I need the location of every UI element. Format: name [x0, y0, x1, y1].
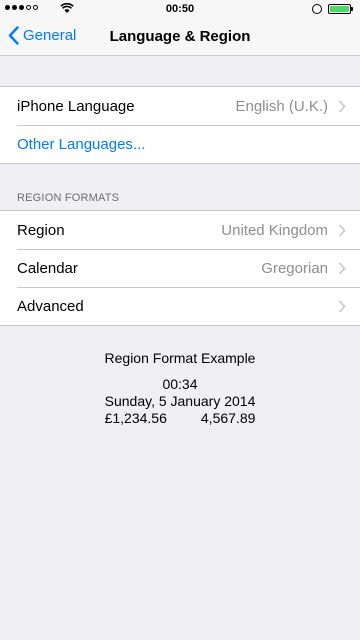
language-group: iPhone Language English (U.K.) Other Lan…: [0, 86, 360, 164]
chevron-right-icon: [338, 223, 346, 237]
status-bar: 00:50: [0, 0, 360, 18]
calendar-value: Gregorian: [261, 259, 328, 277]
region-format-example: Region Format Example 00:34 Sunday, 5 Ja…: [0, 350, 360, 427]
battery-icon: [328, 4, 353, 14]
orientation-lock-icon: [312, 4, 322, 14]
example-numbers: £1,234.56 4,567.89: [0, 410, 360, 427]
region-formats-group: Region United Kingdom Calendar Gregorian…: [0, 210, 360, 326]
advanced-label: Advanced: [17, 297, 84, 315]
region-row[interactable]: Region United Kingdom: [0, 211, 360, 249]
other-languages-row[interactable]: Other Languages...: [0, 125, 360, 163]
iphone-language-row[interactable]: iPhone Language English (U.K.): [0, 87, 360, 125]
advanced-row[interactable]: Advanced: [0, 287, 360, 325]
example-time: 00:34: [162, 376, 198, 392]
region-formats-header: REGION FORMATS: [17, 192, 120, 204]
iphone-language-label: iPhone Language: [17, 97, 135, 115]
status-time: 00:50: [165, 3, 195, 15]
calendar-row[interactable]: Calendar Gregorian: [0, 249, 360, 287]
region-label: Region: [17, 221, 65, 239]
chevron-right-icon: [338, 299, 346, 313]
chevron-right-icon: [338, 99, 346, 113]
iphone-language-value: English (U.K.): [235, 97, 328, 115]
navigation-bar: General Language & Region: [0, 18, 360, 56]
page-title: Language & Region: [109, 28, 251, 45]
region-value: United Kingdom: [221, 221, 328, 239]
example-currency: £1,234.56: [104, 410, 167, 426]
calendar-label: Calendar: [17, 259, 78, 277]
chevron-right-icon: [338, 261, 346, 275]
example-number: 4,567.89: [200, 410, 256, 426]
other-languages-link[interactable]: Other Languages...: [17, 136, 346, 153]
example-title: Region Format Example: [104, 350, 256, 366]
example-date: Sunday, 5 January 2014: [104, 393, 256, 409]
